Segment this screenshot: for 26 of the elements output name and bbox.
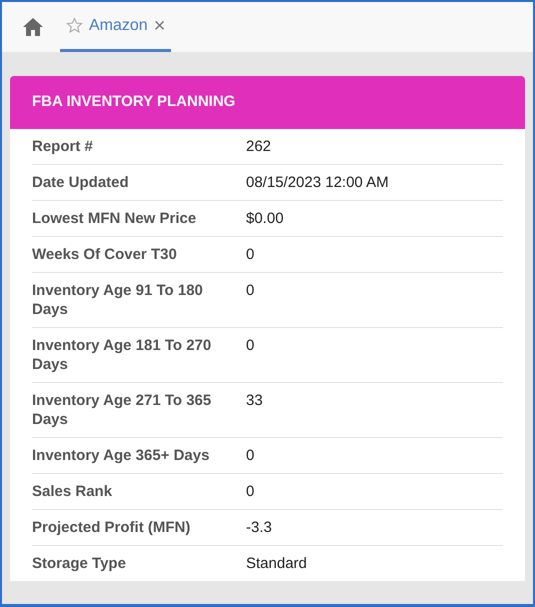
panel-title: FBA INVENTORY PLANNING [10, 76, 525, 128]
field-label: Weeks Of Cover T30 [32, 244, 178, 264]
star-icon[interactable] [66, 17, 83, 34]
home-icon[interactable] [22, 17, 44, 37]
field-value: 0 [246, 482, 254, 500]
field-value: 0 [246, 336, 254, 356]
field-value: 08/15/2023 12:00 AM [246, 172, 389, 192]
field-value: $0.00 [246, 208, 284, 228]
field-label: Inventory Age 91 To 180 Days [32, 280, 204, 318]
field-value: -3.3 [246, 518, 272, 536]
field-value: 0 [246, 446, 254, 464]
field-label: Inventory Age 365+ Days [32, 446, 210, 464]
field-label: Report # [32, 136, 94, 156]
field-value: 0 [246, 280, 254, 300]
field-label: Lowest MFN New Price [32, 208, 198, 228]
close-icon[interactable]: × [154, 16, 166, 36]
field-label: Sales Rank [32, 482, 114, 500]
field-value: 262 [246, 136, 272, 156]
field-label: Inventory Age 271 To 365 Days [32, 390, 212, 428]
field-label: Projected Profit (MFN) [32, 518, 192, 536]
field-label: Date Updated [32, 172, 130, 192]
field-value: 0 [246, 244, 254, 264]
field-value: 33 [246, 390, 263, 410]
field-value: Standard [246, 554, 307, 572]
field-label: Storage Type [32, 554, 127, 572]
field-label: Inventory Age 181 To 270 Days [32, 336, 212, 374]
